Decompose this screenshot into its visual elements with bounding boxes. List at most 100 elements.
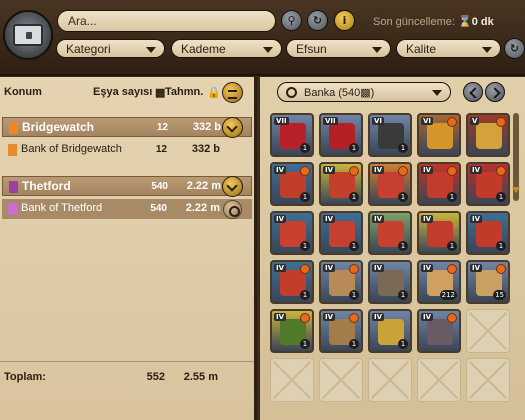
inventory-slot[interactable]: IV 1 (319, 309, 363, 353)
inventory-slot[interactable]: IV 1 (368, 309, 412, 353)
flag-icon (8, 203, 17, 215)
inventory-slot[interactable]: IV (417, 309, 461, 353)
inventory-slot[interactable]: IV 1 (466, 162, 510, 206)
quantity-badge: 1 (349, 143, 359, 153)
search-icon[interactable]: ⚲ (281, 10, 302, 31)
empty-slot[interactable] (270, 358, 314, 402)
enchant-badge-icon (300, 264, 310, 274)
col-location[interactable]: Konum (4, 86, 42, 98)
inventory-slot[interactable]: IV 1 (270, 162, 314, 206)
empty-slot[interactable] (368, 358, 412, 402)
inventory-slot[interactable]: IV 15 (466, 260, 510, 304)
tier-badge: IV (274, 215, 287, 223)
target-icon[interactable] (223, 200, 242, 219)
location-count: 12 (156, 122, 168, 133)
quantity-badge: 1 (398, 290, 408, 300)
tier-badge: VII (323, 117, 338, 125)
filter-quality-label: Kalite (406, 42, 437, 56)
potion-icon (427, 123, 453, 149)
inventory-slot[interactable]: IV 1 (466, 211, 510, 255)
inventory-slot[interactable]: IV 1 (319, 260, 363, 304)
prev-page-icon[interactable] (463, 82, 483, 102)
quantity-badge: 1 (300, 192, 310, 202)
inventory-slot[interactable]: VI (417, 113, 461, 157)
filter-quality[interactable]: Kalite (396, 39, 501, 58)
location-count: 540 (151, 181, 168, 192)
total-label: Toplam: (4, 371, 46, 383)
enchant-badge-icon (447, 166, 457, 176)
tier-badge: IV (470, 215, 483, 223)
inventory-slot[interactable]: VII 1 (319, 113, 363, 157)
potion-icon (476, 123, 502, 149)
empty-slot[interactable] (466, 309, 510, 353)
filter-category[interactable]: Kategori (56, 39, 165, 58)
location-city-bridgewatch[interactable]: Bridgewatch 12 332 b (2, 117, 252, 137)
bank-select[interactable]: Banka (540▩) (277, 82, 451, 102)
search-input[interactable]: Ara... (57, 10, 276, 32)
quantity-badge: 1 (398, 192, 408, 202)
flag-icon (9, 122, 18, 134)
quantity-badge: 1 (447, 241, 457, 251)
tier-badge: IV (421, 215, 434, 223)
next-page-icon[interactable] (485, 82, 505, 102)
filter-enchant[interactable]: Efsun (286, 39, 391, 58)
inventory-slot[interactable]: VII 1 (270, 113, 314, 157)
filter-category-label: Kategori (66, 42, 111, 56)
inventory-slot[interactable]: IV 1 (270, 211, 314, 255)
inventory-slot[interactable]: IV 1 (319, 211, 363, 255)
tier-badge: IV (421, 264, 434, 272)
scroll-down-icon[interactable] (512, 187, 520, 193)
tier-badge: IV (323, 215, 336, 223)
location-value: 332 b (191, 143, 220, 155)
inventory-slot[interactable]: IV 1 (417, 211, 461, 255)
sort-icon[interactable] (222, 82, 243, 103)
locations-panel: Konum Eşya sayısı ▩ Tahmn. 🔒 Bridgewatch… (0, 77, 257, 420)
chevron-down-icon (146, 47, 156, 53)
last-update-value: 0 dk (471, 16, 494, 28)
inventory-slot[interactable]: IV 1 (270, 309, 314, 353)
tier-badge: IV (372, 264, 385, 272)
inventory-slot[interactable]: VI 1 (368, 113, 412, 157)
chevron-down-icon (372, 47, 382, 53)
expand-bridgewatch-icon[interactable] (222, 117, 243, 138)
inventory-slot[interactable]: IV 1 (270, 260, 314, 304)
chest-icon (3, 10, 53, 60)
location-name: Thetford (22, 179, 71, 193)
inventory-slot[interactable]: IV 1 (368, 162, 412, 206)
location-city-thetford[interactable]: Thetford 540 2.22 m (2, 176, 252, 196)
col-estimate[interactable]: Tahmn. (165, 86, 203, 98)
bank-select-label: Banka (540 (304, 87, 361, 99)
lock-icon: 🔒 (207, 87, 221, 99)
tier-badge: IV (372, 166, 385, 174)
reset-filters-icon[interactable]: ↻ (504, 38, 525, 59)
quantity-badge: 1 (300, 241, 310, 251)
tier-badge: IV (421, 166, 434, 174)
quantity-badge: 1 (349, 339, 359, 349)
inventory-slot[interactable]: IV 1 (368, 211, 412, 255)
divider (0, 361, 254, 362)
enchant-badge-icon (300, 313, 310, 323)
tier-badge: IV (323, 264, 336, 272)
empty-slot[interactable] (319, 358, 363, 402)
info-icon[interactable]: i (334, 10, 355, 31)
inventory-slot[interactable]: IV 212 (417, 260, 461, 304)
location-bank-bridgewatch[interactable]: Bank of Bridgewatch 12 332 b (2, 140, 252, 160)
chevron-down-icon (482, 47, 492, 53)
empty-slot[interactable] (466, 358, 510, 402)
inventory-slot[interactable]: IV 1 (417, 162, 461, 206)
refresh-icon[interactable]: ↻ (307, 10, 328, 31)
col-count[interactable]: Eşya sayısı (93, 86, 152, 98)
total-row: Toplam: 552 2.55 m (0, 371, 254, 391)
total-value: 2.55 m (183, 371, 218, 383)
inventory-slot[interactable]: IV 1 (368, 260, 412, 304)
inventory-slot[interactable]: IV 1 (319, 162, 363, 206)
quantity-badge: 1 (349, 241, 359, 251)
filter-tier[interactable]: Kademe (171, 39, 282, 58)
empty-slot[interactable] (417, 358, 461, 402)
expand-thetford-icon[interactable] (222, 176, 243, 197)
enchant-badge-icon (349, 313, 359, 323)
inventory-slot[interactable]: V (466, 113, 510, 157)
location-bank-thetford[interactable]: Bank of Thetford 540 2.22 m (2, 199, 252, 219)
tier-badge: VI (372, 117, 385, 125)
total-count: 552 (146, 371, 165, 383)
